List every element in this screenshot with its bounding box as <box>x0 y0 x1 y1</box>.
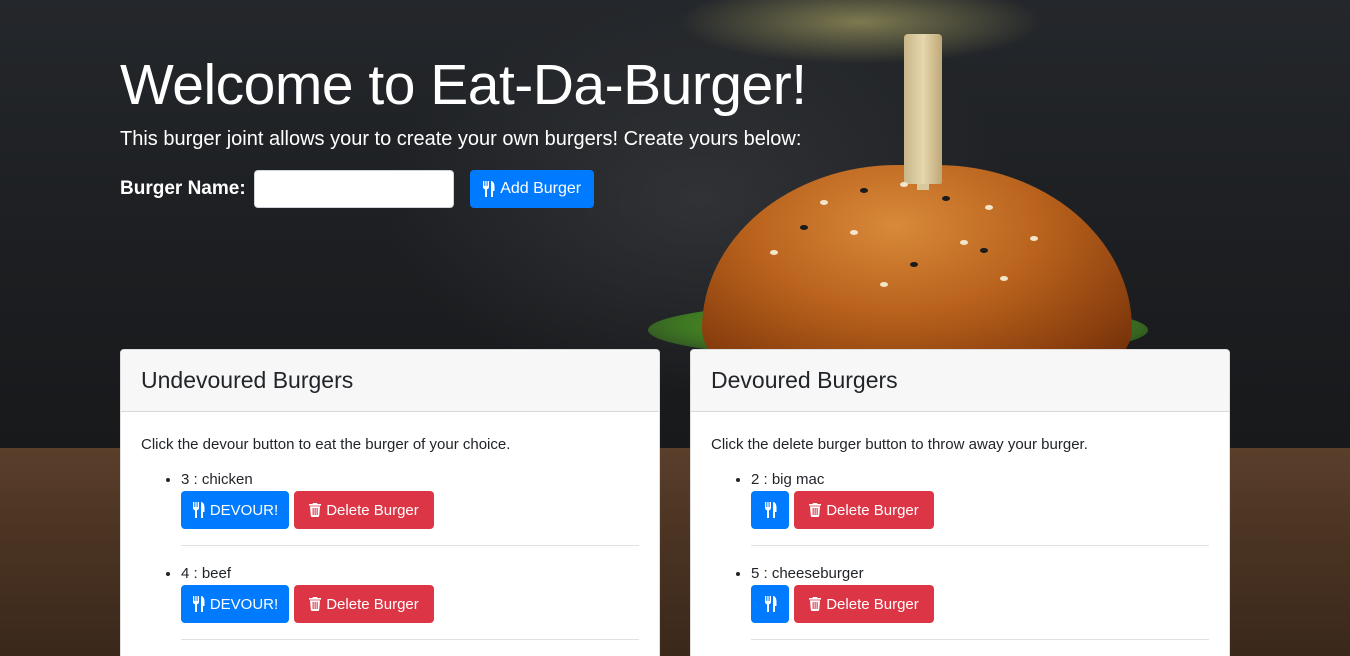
devoured-list: 2 : big mac Delete Burger <box>711 471 1209 640</box>
burger-actions: DEVOUR! Delete Burger <box>181 585 639 623</box>
burger-name-input[interactable] <box>253 170 454 208</box>
utensils-icon <box>482 181 495 197</box>
delete-label: Delete Burger <box>326 501 419 519</box>
utensils-icon <box>764 596 777 612</box>
undevoured-card-body: Click the devour button to eat the burge… <box>121 412 659 640</box>
burger-label: 3 : chicken <box>181 471 253 488</box>
undevoured-title: Undevoured Burgers <box>141 367 354 393</box>
devour-label: DEVOUR! <box>209 501 279 519</box>
page-lead: This burger joint allows your to create … <box>120 128 802 150</box>
delete-burger-button[interactable]: Delete Burger <box>294 585 434 623</box>
devoured-card-body: Click the delete burger button to throw … <box>691 412 1229 640</box>
add-burger-form: Burger Name: Add Burger <box>120 170 594 208</box>
burger-actions: Delete Burger <box>751 491 1209 529</box>
devour-label: DEVOUR! <box>209 595 279 613</box>
utensils-icon <box>192 596 205 612</box>
utensils-icon <box>764 502 777 518</box>
undevoured-list: 3 : chicken DEVOUR! Delete B <box>141 471 639 640</box>
utensils-icon <box>192 502 205 518</box>
list-item: 3 : chicken DEVOUR! Delete B <box>181 471 639 546</box>
delete-label: Delete Burger <box>826 501 919 519</box>
undevoured-card-header: Undevoured Burgers <box>121 350 659 412</box>
devour-button[interactable]: DEVOUR! <box>181 491 289 529</box>
undevoured-card: Undevoured Burgers Click the devour butt… <box>120 349 660 656</box>
devoured-instructions: Click the delete burger button to throw … <box>711 436 1088 453</box>
delete-burger-button[interactable]: Delete Burger <box>294 491 434 529</box>
devoured-card: Devoured Burgers Click the delete burger… <box>690 349 1230 656</box>
devoured-status-button[interactable] <box>751 585 789 623</box>
list-item: 4 : beef DEVOUR! Delete Burg <box>181 565 639 640</box>
burger-label: 2 : big mac <box>751 471 825 488</box>
delete-label: Delete Burger <box>326 595 419 613</box>
burger-label: 5 : cheeseburger <box>751 565 864 582</box>
trash-icon <box>309 597 322 611</box>
add-burger-label: Add Burger <box>500 180 582 197</box>
burger-actions: Delete Burger <box>751 585 1209 623</box>
devoured-card-header: Devoured Burgers <box>691 350 1229 412</box>
delete-burger-button[interactable]: Delete Burger <box>794 585 934 623</box>
trash-icon <box>809 503 822 517</box>
burger-label: 4 : beef <box>181 565 232 582</box>
devoured-title: Devoured Burgers <box>711 367 898 393</box>
add-burger-button[interactable]: Add Burger <box>469 170 594 208</box>
trash-icon <box>309 503 322 517</box>
delete-burger-button[interactable]: Delete Burger <box>794 491 934 529</box>
devour-button[interactable]: DEVOUR! <box>181 585 289 623</box>
list-item: 2 : big mac Delete Burger <box>751 471 1209 546</box>
list-item: 5 : cheeseburger Delete Burger <box>751 565 1209 640</box>
undevoured-instructions: Click the devour button to eat the burge… <box>141 436 511 453</box>
delete-label: Delete Burger <box>826 595 919 613</box>
trash-icon <box>809 597 822 611</box>
devoured-status-button[interactable] <box>751 491 789 529</box>
page-title: Welcome to Eat-Da-Burger! <box>120 53 807 117</box>
page-content: Welcome to Eat-Da-Burger! This burger jo… <box>0 0 1350 656</box>
burger-name-label: Burger Name: <box>120 178 246 199</box>
burger-actions: DEVOUR! Delete Burger <box>181 491 639 529</box>
